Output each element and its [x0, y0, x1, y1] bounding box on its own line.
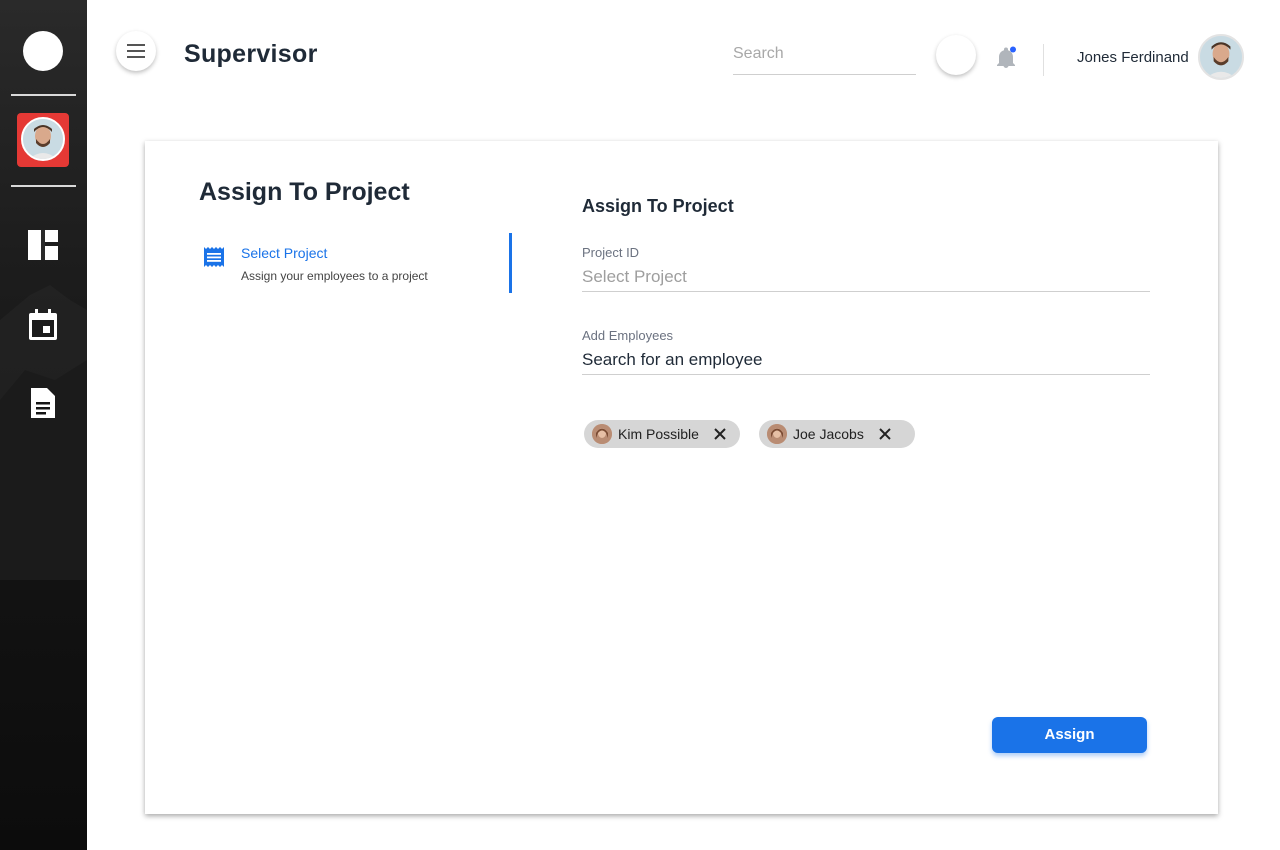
step-subtitle: Assign your employees to a project: [241, 269, 428, 283]
project-id-placeholder: Select Project: [582, 267, 687, 286]
chip-label: Kim Possible: [618, 426, 699, 442]
receipt-icon: [204, 247, 224, 267]
project-id-field[interactable]: Select Project: [582, 252, 1150, 292]
close-icon[interactable]: [878, 427, 892, 441]
employee-chip: Joe Jacobs: [759, 420, 915, 448]
header-divider: [1043, 44, 1044, 76]
employee-chip: Kim Possible: [584, 420, 740, 448]
avatar: [592, 424, 612, 444]
chip-label: Joe Jacobs: [793, 426, 864, 442]
menu-button[interactable]: [116, 31, 156, 71]
card-title: Assign To Project: [199, 178, 410, 206]
avatar: [767, 424, 787, 444]
sidebar-divider: [11, 185, 76, 187]
sidebar: [0, 0, 87, 850]
assign-button[interactable]: Assign: [992, 717, 1147, 753]
avatar: [21, 117, 65, 161]
app-logo[interactable]: [23, 31, 63, 71]
menu-icon: [127, 44, 145, 58]
form-title: Assign To Project: [582, 196, 734, 216]
sidebar-profile[interactable]: [17, 113, 69, 167]
search-field[interactable]: [733, 40, 916, 75]
dashboard-icon[interactable]: [26, 228, 60, 262]
employee-search-field[interactable]: Search for an employee: [582, 335, 1150, 375]
close-icon[interactable]: [713, 427, 727, 441]
step-select-project[interactable]: Select Project Assign your employees to …: [200, 233, 512, 293]
bell-icon[interactable]: [994, 46, 1018, 70]
assign-card: Assign To Project Select Project Assign …: [145, 141, 1218, 814]
employee-search-input[interactable]: Search for an employee: [582, 350, 763, 370]
step-title: Select Project: [241, 245, 328, 261]
user-avatar[interactable]: [1198, 34, 1244, 80]
calendar-icon[interactable]: [26, 308, 60, 342]
sidebar-divider: [11, 94, 76, 96]
search-input[interactable]: [733, 40, 916, 63]
action-button[interactable]: [936, 35, 976, 75]
notification-dot: [1010, 46, 1016, 53]
user-name: Jones Ferdinand: [1077, 49, 1189, 66]
document-icon[interactable]: [26, 386, 60, 420]
page-title: Supervisor: [184, 40, 318, 68]
